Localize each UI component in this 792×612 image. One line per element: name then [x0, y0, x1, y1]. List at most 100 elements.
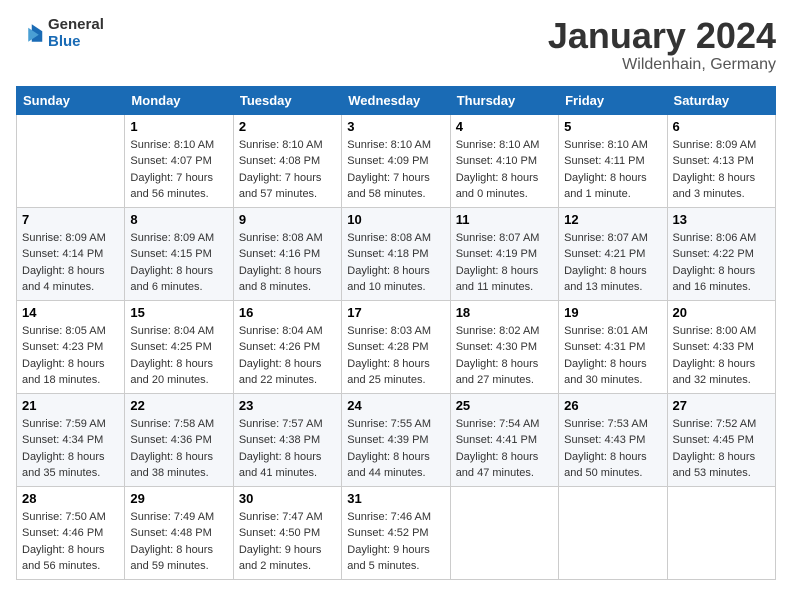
sunset-text: Sunset: 4:13 PM: [673, 153, 770, 170]
day-number: 25: [456, 398, 553, 413]
sunrise-text: Sunrise: 8:07 AM: [564, 230, 661, 247]
daylight-text: Daylight: 7 hours: [347, 170, 444, 187]
calendar-body: 1 Sunrise: 8:10 AMSunset: 4:07 PMDaylight…: [17, 114, 776, 579]
calendar-week-2: 7Sunrise: 8:09 AMSunset: 4:14 PMDaylight…: [17, 207, 776, 300]
sunset-text: Sunset: 4:36 PM: [130, 432, 227, 449]
daylight-text-2: and 56 minutes.: [22, 558, 119, 575]
header-cell-wednesday: Wednesday: [342, 86, 450, 114]
calendar-cell: 24Sunrise: 7:55 AMSunset: 4:39 PMDayligh…: [342, 393, 450, 486]
calendar-cell: 4Sunrise: 8:10 AMSunset: 4:10 PMDaylight…: [450, 114, 558, 207]
calendar-cell: 31Sunrise: 7:46 AMSunset: 4:52 PMDayligh…: [342, 486, 450, 579]
daylight-text-2: and 59 minutes.: [130, 558, 227, 575]
calendar-cell: 17Sunrise: 8:03 AMSunset: 4:28 PMDayligh…: [342, 300, 450, 393]
day-number: 19: [564, 305, 661, 320]
daylight-text-2: and 16 minutes.: [673, 279, 770, 296]
calendar-cell: 16Sunrise: 8:04 AMSunset: 4:26 PMDayligh…: [233, 300, 341, 393]
daylight-text-2: and 44 minutes.: [347, 465, 444, 482]
daylight-text-2: and 6 minutes.: [130, 279, 227, 296]
day-info: Sunrise: 8:04 AMSunset: 4:25 PMDaylight:…: [130, 323, 227, 389]
sunrise-text: Sunrise: 7:59 AM: [22, 416, 119, 433]
sunset-text: Sunset: 4:15 PM: [130, 246, 227, 263]
day-number: 1: [130, 119, 227, 134]
sunset-text: Sunset: 4:39 PM: [347, 432, 444, 449]
daylight-text-2: and 20 minutes.: [130, 372, 227, 389]
daylight-text: Daylight: 8 hours: [564, 170, 661, 187]
calendar-week-1: 1 Sunrise: 8:10 AMSunset: 4:07 PMDaylight…: [17, 114, 776, 207]
daylight-text: Daylight: 8 hours: [564, 449, 661, 466]
daylight-text-2: and 5 minutes.: [347, 558, 444, 575]
day-number: 28: [22, 491, 119, 506]
sunset-text: Sunset: 4:18 PM: [347, 246, 444, 263]
sunset-text: Sunset: 4:34 PM: [22, 432, 119, 449]
sunset-text: Sunset: 4:14 PM: [22, 246, 119, 263]
daylight-text-2: and 27 minutes.: [456, 372, 553, 389]
day-info: Sunrise: 8:06 AMSunset: 4:22 PMDaylight:…: [673, 230, 770, 296]
daylight-text: Daylight: 8 hours: [22, 449, 119, 466]
day-info: Sunrise: 7:52 AMSunset: 4:45 PMDaylight:…: [673, 416, 770, 482]
daylight-text-2: and 57 minutes.: [239, 186, 336, 203]
daylight-text: Daylight: 8 hours: [456, 356, 553, 373]
day-number: 2: [239, 119, 336, 134]
calendar-cell: 13 Sunrise: 8:06 AMSunset: 4:22 PMDayligh…: [667, 207, 775, 300]
day-info: Sunrise: 8:09 AMSunset: 4:15 PMDaylight:…: [130, 230, 227, 296]
day-number: 15: [130, 305, 227, 320]
daylight-text-2: and 38 minutes.: [130, 465, 227, 482]
daylight-text: Daylight: 9 hours: [347, 542, 444, 559]
sunrise-text: Sunrise: 7:58 AM: [130, 416, 227, 433]
daylight-text: Daylight: 8 hours: [347, 449, 444, 466]
calendar-cell: 18Sunrise: 8:02 AMSunset: 4:30 PMDayligh…: [450, 300, 558, 393]
daylight-text-2: and 53 minutes.: [673, 465, 770, 482]
calendar-cell: 11Sunrise: 8:07 AMSunset: 4:19 PMDayligh…: [450, 207, 558, 300]
day-number: 23: [239, 398, 336, 413]
sunrise-text: Sunrise: 7:53 AM: [564, 416, 661, 433]
daylight-text: Daylight: 8 hours: [239, 449, 336, 466]
sunset-text: Sunset: 4:09 PM: [347, 153, 444, 170]
day-number: 20: [673, 305, 770, 320]
day-number: 10: [347, 212, 444, 227]
calendar-cell: 19Sunrise: 8:01 AMSunset: 4:31 PMDayligh…: [559, 300, 667, 393]
sunset-text: Sunset: 4:38 PM: [239, 432, 336, 449]
calendar-cell: 6Sunrise: 8:09 AMSunset: 4:13 PMDaylight…: [667, 114, 775, 207]
sunset-text: Sunset: 4:25 PM: [130, 339, 227, 356]
daylight-text-2: and 3 minutes.: [673, 186, 770, 203]
day-info: Sunrise: 7:46 AMSunset: 4:52 PMDaylight:…: [347, 509, 444, 575]
day-number: 4: [456, 119, 553, 134]
sunrise-text: Sunrise: 8:04 AM: [130, 323, 227, 340]
daylight-text: Daylight: 8 hours: [239, 356, 336, 373]
header-cell-saturday: Saturday: [667, 86, 775, 114]
calendar-week-5: 28Sunrise: 7:50 AMSunset: 4:46 PMDayligh…: [17, 486, 776, 579]
sunrise-text: Sunrise: 8:05 AM: [22, 323, 119, 340]
daylight-text-2: and 35 minutes.: [22, 465, 119, 482]
sunset-text: Sunset: 4:48 PM: [130, 525, 227, 542]
daylight-text-2: and 30 minutes.: [564, 372, 661, 389]
header-cell-tuesday: Tuesday: [233, 86, 341, 114]
sunrise-text: Sunrise: 8:07 AM: [456, 230, 553, 247]
header-cell-sunday: Sunday: [17, 86, 125, 114]
calendar-cell: 22 Sunrise: 7:58 AMSunset: 4:36 PMDayligh…: [125, 393, 233, 486]
sunset-text: Sunset: 4:23 PM: [22, 339, 119, 356]
day-number: 22: [130, 398, 227, 413]
day-info: Sunrise: 7:58 AMSunset: 4:36 PMDaylight:…: [130, 416, 227, 482]
sunset-text: Sunset: 4:21 PM: [564, 246, 661, 263]
sunset-text: Sunset: 4:43 PM: [564, 432, 661, 449]
day-info: Sunrise: 7:59 AMSunset: 4:34 PMDaylight:…: [22, 416, 119, 482]
calendar-cell: 7Sunrise: 8:09 AMSunset: 4:14 PMDaylight…: [17, 207, 125, 300]
calendar-cell: 29Sunrise: 7:49 AMSunset: 4:48 PMDayligh…: [125, 486, 233, 579]
daylight-text: Daylight: 8 hours: [456, 170, 553, 187]
sunset-text: Sunset: 4:45 PM: [673, 432, 770, 449]
sunrise-text: Sunrise: 8:01 AM: [564, 323, 661, 340]
daylight-text: Daylight: 8 hours: [673, 449, 770, 466]
day-number: 9: [239, 212, 336, 227]
daylight-text: Daylight: 8 hours: [130, 263, 227, 280]
daylight-text-2: and 0 minutes.: [456, 186, 553, 203]
daylight-text-2: and 13 minutes.: [564, 279, 661, 296]
day-number: 18: [456, 305, 553, 320]
day-info: Sunrise: 8:10 AMSunset: 4:07 PMDaylight:…: [130, 137, 227, 203]
sunset-text: Sunset: 4:41 PM: [456, 432, 553, 449]
calendar-cell: [450, 486, 558, 579]
sunrise-text: Sunrise: 8:08 AM: [347, 230, 444, 247]
day-number: 13: [673, 212, 770, 227]
daylight-text: Daylight: 8 hours: [456, 449, 553, 466]
sunrise-text: Sunrise: 8:06 AM: [673, 230, 770, 247]
daylight-text-2: and 50 minutes.: [564, 465, 661, 482]
